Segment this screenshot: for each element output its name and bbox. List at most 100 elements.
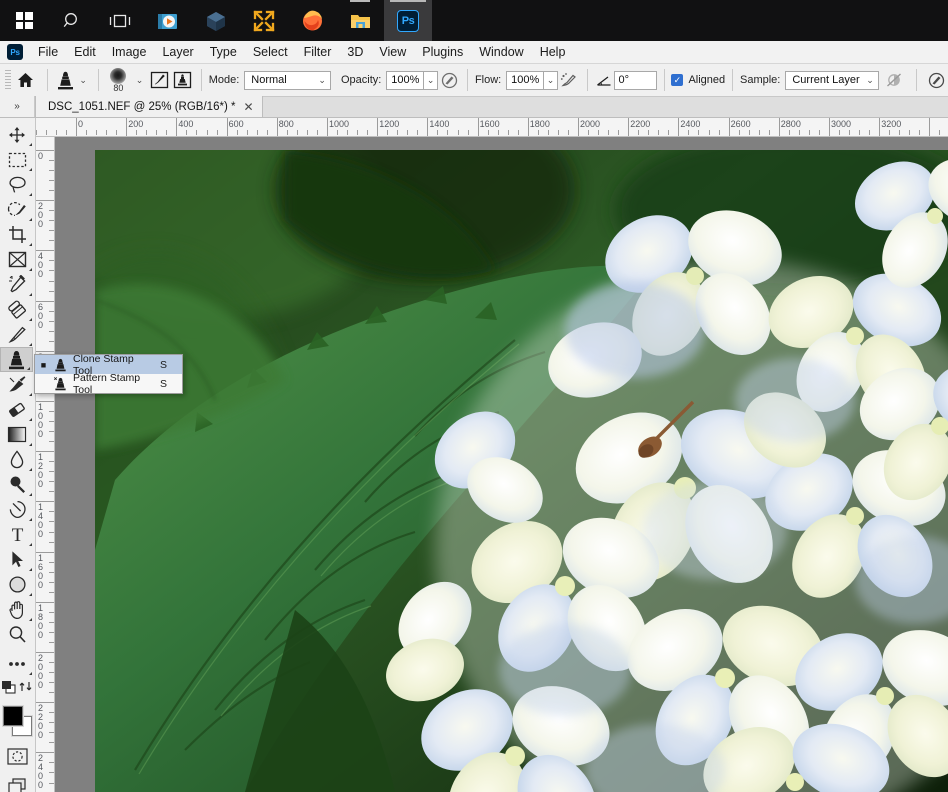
vm-arrows-button[interactable] (240, 0, 288, 41)
task-view-button[interactable] (96, 0, 144, 41)
ruler-minor-tick (49, 732, 54, 734)
ruler-minor-tick (49, 240, 54, 242)
ignore-adjustment-layers-button[interactable] (879, 72, 910, 88)
toggle-clone-source-panel[interactable] (170, 71, 194, 89)
ruler-label: 600 (228, 119, 244, 129)
crop-tool[interactable] (0, 222, 34, 247)
menu-view[interactable]: View (371, 42, 414, 62)
document-tab[interactable]: DSC_1051.NEF @ 25% (RGB/16*) * ✕ (35, 96, 263, 117)
menu-file[interactable]: File (30, 42, 66, 62)
options-separator-2 (97, 69, 99, 91)
ruler-minor-tick (49, 210, 54, 212)
ruler-minor-tick (849, 130, 851, 135)
menu-plugins[interactable]: Plugins (414, 42, 471, 62)
history-brush-tool[interactable] (0, 372, 34, 397)
firefox-button[interactable] (288, 0, 336, 41)
menu-layer[interactable]: Layer (154, 42, 201, 62)
pressure-controls-size-button[interactable] (924, 72, 948, 89)
sample-value: Current Layer (792, 74, 860, 86)
ruler-minor-tick (49, 712, 54, 714)
ruler-major-tick (929, 118, 931, 136)
home-icon (18, 73, 34, 87)
swap-colors-button[interactable] (19, 680, 33, 698)
object-selection-tool[interactable] (0, 197, 34, 222)
eyedropper-tool[interactable] (0, 272, 34, 297)
flyout-label-pattern-stamp-tool: Pattern Stamp Tool (73, 371, 141, 396)
menu-window[interactable]: Window (471, 42, 531, 62)
menu-3d[interactable]: 3D (339, 42, 371, 62)
menu-help[interactable]: Help (532, 42, 574, 62)
opacity-input[interactable]: 100% (386, 70, 425, 90)
quick-mask-button[interactable] (0, 744, 34, 769)
home-button[interactable] (11, 72, 40, 88)
close-icon[interactable]: ✕ (243, 101, 253, 113)
default-colors-button[interactable] (1, 680, 16, 699)
options-separator-7 (732, 69, 733, 91)
flyout-item-pattern-stamp-tool[interactable]: Pattern Stamp Tool S (35, 371, 182, 396)
options-bar-grip[interactable] (3, 69, 12, 91)
ruler-minor-tick (49, 762, 54, 764)
chevron-down-icon: ⌄ (318, 74, 326, 85)
virtualbox-button[interactable] (192, 0, 240, 41)
clone-stamp-tool-flyout-menu[interactable]: ■ Clone Stamp Tool S Pattern Stamp Tool … (34, 353, 183, 396)
vertical-ruler[interactable]: 0200400600800100012001400160018002000220… (36, 137, 55, 792)
opacity-slider-dropdown[interactable]: ⌄ (424, 70, 439, 90)
gradient-tool[interactable] (0, 422, 34, 447)
angle-icon (597, 76, 611, 86)
color-swatches[interactable] (1, 704, 35, 738)
brush-angle-input[interactable]: 0° (613, 70, 657, 90)
ruler-minor-tick (49, 310, 54, 312)
ruler-label: 2200 (630, 119, 651, 129)
flow-input[interactable]: 100% (506, 70, 545, 90)
move-tool[interactable] (0, 122, 34, 147)
edit-toolbar-button[interactable] (0, 651, 34, 676)
ruler-label: 400 (178, 119, 194, 129)
canvas-area[interactable] (55, 137, 948, 792)
photoshop-button[interactable]: Ps (384, 0, 432, 41)
search-button[interactable] (48, 0, 96, 41)
sample-select[interactable]: Current Layer ⌄ (785, 70, 879, 90)
zoom-tool[interactable] (0, 622, 34, 647)
menu-image[interactable]: Image (104, 42, 155, 62)
type-tool[interactable]: T (0, 522, 34, 547)
menu-type[interactable]: Type (202, 42, 245, 62)
current-tool-icon-button[interactable] (55, 71, 75, 90)
tool-preset-picker-dropdown[interactable]: ⌄ (76, 75, 91, 85)
blur-tool[interactable] (0, 447, 34, 472)
pressure-controls-opacity-button[interactable] (438, 72, 460, 89)
frame-tool[interactable] (0, 247, 34, 272)
flow-slider-dropdown[interactable]: ⌄ (544, 70, 558, 90)
file-explorer-button[interactable] (336, 0, 384, 41)
media-player-button[interactable] (144, 0, 192, 41)
eraser-tool[interactable] (0, 397, 34, 422)
horizontal-ruler[interactable]: 0 200 400 600 800 1000 1200 1400 1600 1800 2000 220… (36, 118, 948, 137)
brush-tool[interactable] (0, 322, 34, 347)
menu-select[interactable]: Select (245, 42, 296, 62)
lasso-tool[interactable] (0, 172, 34, 197)
document-image[interactable] (95, 150, 948, 792)
clone-stamp-tool[interactable] (0, 347, 33, 372)
expand-panels-button[interactable]: » (0, 96, 35, 117)
tool-flyout-triangle-icon (26, 218, 32, 221)
rectangular-marquee-tool[interactable] (0, 147, 34, 172)
hand-tool[interactable] (0, 597, 34, 622)
dodge-tool[interactable] (0, 472, 34, 497)
toggle-brush-settings-panel[interactable] (148, 71, 170, 89)
brush-preset-dropdown[interactable]: ⌄ (131, 75, 148, 85)
aligned-checkbox[interactable]: Aligned (671, 74, 725, 86)
foreground-color-swatch[interactable] (3, 706, 23, 726)
magnifier-icon (9, 626, 26, 643)
screen-mode-button[interactable] (0, 773, 34, 792)
chevron-down-icon: ⌄ (866, 74, 874, 85)
menu-filter[interactable]: Filter (296, 42, 340, 62)
blend-mode-select[interactable]: Normal ⌄ (244, 70, 331, 90)
brush-preset-picker[interactable]: 80 (106, 67, 131, 93)
path-selection-tool[interactable] (0, 547, 34, 572)
ellipse-tool[interactable] (0, 572, 34, 597)
airbrush-button[interactable] (558, 72, 580, 89)
pen-tool[interactable] (0, 497, 34, 522)
spot-healing-brush-tool[interactable] (0, 297, 34, 322)
start-button[interactable] (0, 0, 48, 41)
pressure-opacity-icon (441, 72, 457, 88)
menu-edit[interactable]: Edit (66, 42, 104, 62)
